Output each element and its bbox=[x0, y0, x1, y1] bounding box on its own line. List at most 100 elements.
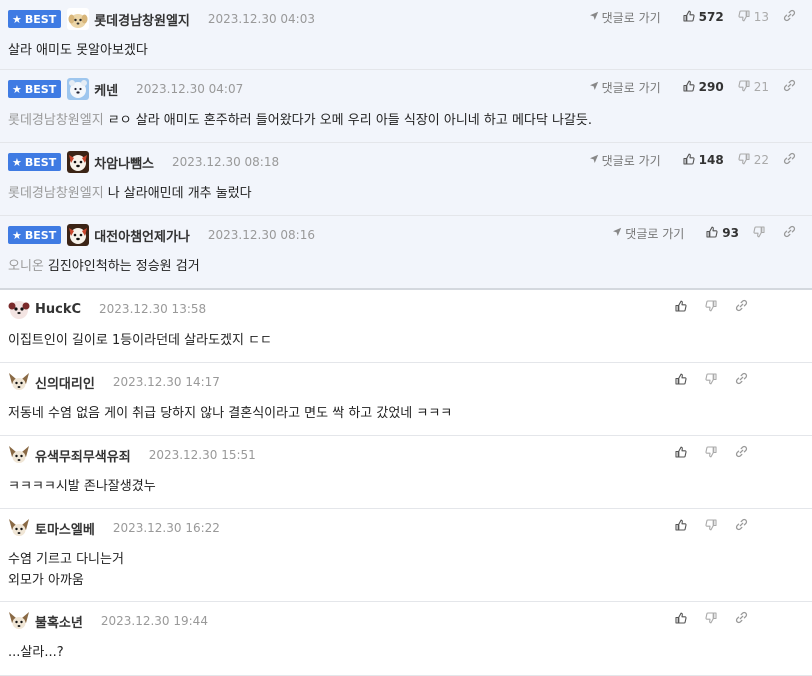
avatar[interactable] bbox=[8, 444, 30, 466]
link-icon bbox=[735, 518, 752, 534]
reply-mention[interactable]: 롯데경남창원엘지 bbox=[8, 113, 104, 128]
upvote-button[interactable]: 290 bbox=[683, 80, 724, 95]
downvote-button[interactable] bbox=[705, 299, 721, 315]
comment-header: ★ BEST 차암나뺌스 2023.12.30 08:18 bbox=[8, 151, 279, 173]
avatar[interactable] bbox=[8, 298, 30, 320]
best-comment: ★ BEST 롯데경남창원엘지 2023.12.30 04:03 살라 애미도 못알아보… bbox=[0, 0, 812, 70]
arrow-icon bbox=[612, 226, 625, 240]
best-badge: ★ BEST bbox=[8, 226, 62, 244]
comment-text: 수염 기르고 다니는거 외모가 아까움 bbox=[8, 552, 124, 588]
comment-actions: 댓글로 가기 93 bbox=[612, 224, 800, 242]
comment-body: 이집트인이 길이로 1등이라던데 살라도겠지 ㄷㄷ bbox=[8, 330, 798, 351]
timestamp: 2023.12.30 19:44 bbox=[100, 614, 208, 628]
upvote-button[interactable] bbox=[675, 446, 691, 461]
avatar[interactable] bbox=[8, 371, 30, 393]
thumbs-down-icon bbox=[738, 9, 754, 25]
comment: HuckC 2023.12.30 13:58 이집트인이 길이로 1등이라던데 살라… bbox=[0, 290, 812, 363]
best-label: BEST bbox=[24, 228, 57, 242]
comment: 신의대리인 2023.12.30 14:17 저동네 수염 없음 게이 취급 당하지… bbox=[0, 363, 812, 436]
goto-comment-link[interactable]: 댓글로 가기 bbox=[589, 152, 661, 169]
upvote-button[interactable] bbox=[675, 373, 691, 388]
nickname[interactable]: 케넨 bbox=[94, 80, 118, 99]
comment-body: 수염 기르고 다니는거 외모가 아까움 bbox=[8, 549, 798, 591]
upvote-button[interactable] bbox=[675, 300, 691, 315]
link-icon bbox=[783, 79, 800, 95]
star-icon: ★ bbox=[12, 82, 22, 96]
copy-link-button[interactable] bbox=[735, 611, 752, 627]
star-icon: ★ bbox=[12, 228, 22, 242]
comment-header: 신의대리인 2023.12.30 14:17 bbox=[8, 371, 220, 393]
copy-link-button[interactable] bbox=[783, 152, 800, 168]
comment-body: 오니온 김진야인척하는 정승원 검거 bbox=[8, 256, 798, 277]
downvote-count: 21 bbox=[753, 80, 769, 94]
comment-body: 롯데경남창원엘지 나 살라애민데 개추 눌렀다 bbox=[8, 183, 798, 204]
avatar[interactable] bbox=[67, 8, 90, 30]
goto-comment-link[interactable]: 댓글로 가기 bbox=[589, 79, 661, 96]
upvote-button[interactable]: 93 bbox=[706, 226, 739, 241]
comment-body: 살라 애미도 못알아보겠다 bbox=[8, 40, 798, 61]
thumbs-up-icon bbox=[683, 153, 699, 168]
timestamp: 2023.12.30 13:58 bbox=[99, 302, 207, 316]
thumbs-up-icon bbox=[675, 300, 691, 315]
downvote-button[interactable] bbox=[753, 225, 769, 241]
goto-comment-link[interactable]: 댓글로 가기 bbox=[589, 9, 661, 26]
comment: 유색무죄무색유죄 2023.12.30 15:51 ㅋㅋㅋㅋ시발 존나잘생겼누 bbox=[0, 436, 812, 509]
arrow-icon bbox=[589, 80, 602, 94]
downvote-button[interactable]: 13 bbox=[738, 9, 769, 25]
comment-text: ㄹㅇ 살라 애미도 혼주하러 들어왔다가 오메 우리 아들 식장이 아니네 하고… bbox=[107, 113, 592, 128]
nickname[interactable]: 롯데경남창원엘지 bbox=[94, 10, 190, 29]
nickname[interactable]: 불혹소년 bbox=[35, 612, 83, 631]
upvote-button[interactable] bbox=[675, 612, 691, 627]
downvote-button[interactable] bbox=[705, 372, 721, 388]
comment-text: 김진야인척하는 정승원 검거 bbox=[47, 259, 200, 274]
comment-actions: 댓글로 가기 572 13 bbox=[589, 8, 800, 26]
comment-header: 토마스엘베 2023.12.30 16:22 bbox=[8, 517, 220, 539]
copy-link-button[interactable] bbox=[735, 518, 752, 534]
best-comment: ★ BEST 대전아챔언제가나 2023.12.30 08:16 오니온 김진야인척하는 … bbox=[0, 216, 812, 290]
comment-header: ★ BEST 케넨 2023.12.30 04:07 bbox=[8, 78, 243, 100]
copy-link-button[interactable] bbox=[783, 225, 800, 241]
copy-link-button[interactable] bbox=[783, 9, 800, 25]
star-icon: ★ bbox=[12, 12, 22, 26]
upvote-button[interactable]: 148 bbox=[683, 153, 724, 168]
downvote-button[interactable]: 21 bbox=[738, 79, 769, 95]
copy-link-button[interactable] bbox=[783, 79, 800, 95]
avatar[interactable] bbox=[67, 78, 90, 100]
avatar[interactable] bbox=[8, 517, 30, 539]
avatar[interactable] bbox=[67, 151, 90, 173]
thumbs-up-icon bbox=[675, 519, 691, 534]
upvote-count: 93 bbox=[722, 226, 739, 240]
link-icon bbox=[735, 611, 752, 627]
link-icon bbox=[783, 152, 800, 168]
link-icon bbox=[735, 372, 752, 388]
copy-link-button[interactable] bbox=[735, 372, 752, 388]
upvote-button[interactable] bbox=[675, 519, 691, 534]
thumbs-up-icon bbox=[683, 80, 699, 95]
avatar[interactable] bbox=[8, 610, 30, 632]
avatar[interactable] bbox=[67, 224, 90, 246]
best-label: BEST bbox=[24, 12, 57, 26]
downvote-button[interactable] bbox=[705, 611, 721, 627]
nickname[interactable]: 신의대리인 bbox=[35, 373, 95, 392]
thumbs-down-icon bbox=[705, 299, 721, 315]
goto-comment-link[interactable]: 댓글로 가기 bbox=[612, 225, 684, 242]
downvote-button[interactable]: 22 bbox=[738, 152, 769, 168]
copy-link-button[interactable] bbox=[735, 299, 752, 315]
copy-link-button[interactable] bbox=[735, 445, 752, 461]
nickname[interactable]: 유색무죄무색유죄 bbox=[35, 446, 131, 465]
nickname[interactable]: 토마스엘베 bbox=[35, 519, 95, 538]
downvote-button[interactable] bbox=[705, 518, 721, 534]
reply-mention[interactable]: 롯데경남창원엘지 bbox=[8, 186, 104, 201]
thumbs-up-icon bbox=[706, 226, 722, 241]
nickname[interactable]: 차암나뺌스 bbox=[94, 153, 154, 172]
thumbs-down-icon bbox=[705, 372, 721, 388]
thumbs-up-icon bbox=[675, 446, 691, 461]
timestamp: 2023.12.30 15:51 bbox=[148, 448, 256, 462]
upvote-button[interactable]: 572 bbox=[683, 10, 724, 25]
nickname[interactable]: 대전아챔언제가나 bbox=[94, 226, 190, 245]
downvote-button[interactable] bbox=[705, 445, 721, 461]
comment-text: 나 살라애민데 개추 눌렀다 bbox=[107, 186, 252, 201]
upvote-count: 572 bbox=[698, 10, 724, 24]
nickname[interactable]: HuckC bbox=[35, 302, 81, 317]
reply-mention[interactable]: 오니온 bbox=[8, 259, 44, 274]
